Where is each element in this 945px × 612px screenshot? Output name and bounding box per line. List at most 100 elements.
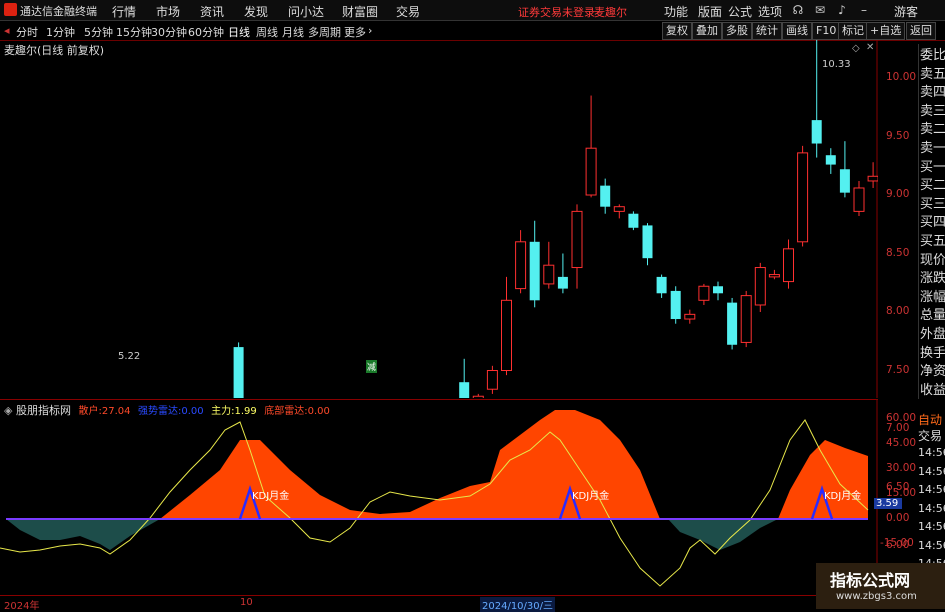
menu-trade[interactable]: 交易 xyxy=(396,3,420,20)
multi-stock-button[interactable]: 多股 xyxy=(722,22,752,40)
guest-label[interactable]: 游客 xyxy=(894,3,918,20)
date-label-month: 10 xyxy=(240,597,253,608)
period-5min[interactable]: 5分钟 xyxy=(84,24,113,40)
sidebar-item[interactable]: 卖一 xyxy=(920,137,945,156)
menu-function[interactable]: 功能 xyxy=(664,3,688,20)
overlay-button[interactable]: 叠加 xyxy=(692,22,722,40)
candle-body xyxy=(768,274,780,278)
chevron-right-icon[interactable]: › xyxy=(368,24,372,37)
sidebar-item[interactable]: 买三 xyxy=(920,193,945,212)
chevron-icon[interactable]: ◂ xyxy=(4,24,10,37)
period-multi[interactable]: 多周期 xyxy=(308,24,341,40)
bell-icon[interactable]: ♪ xyxy=(834,2,850,18)
min-price-label: 5.22 xyxy=(118,351,141,362)
candle-body xyxy=(557,276,568,289)
candle-body xyxy=(783,248,794,283)
price-tick: 9.50 xyxy=(886,129,910,142)
candle-body xyxy=(233,347,244,398)
candle-body xyxy=(628,213,639,228)
candle-body xyxy=(754,267,766,306)
sidebar-item[interactable]: 换手 xyxy=(920,342,945,361)
max-price-label: 10.33 xyxy=(822,59,851,70)
time-item: 14:56 xyxy=(918,464,945,478)
candle-body xyxy=(684,313,696,320)
sidebar-item[interactable]: 买一 xyxy=(920,156,945,175)
candle-body xyxy=(459,382,470,398)
app-logo-icon xyxy=(4,3,17,16)
indicator-tick: -15.00 xyxy=(880,536,914,549)
period-weekly[interactable]: 周线 xyxy=(256,24,278,40)
candle-body xyxy=(486,370,498,390)
menu-ask[interactable]: 问小达 xyxy=(288,3,324,20)
menu-market[interactable]: 市场 xyxy=(156,3,180,20)
candle-body xyxy=(797,152,809,243)
period-15min[interactable]: 15分钟 xyxy=(116,24,152,40)
indicator-tick: 60.00 xyxy=(886,412,917,425)
menu-quotes[interactable]: 行情 xyxy=(112,3,136,20)
sidebar-item[interactable]: 买四 xyxy=(920,211,945,230)
login-warning[interactable]: 证券交易未登录 xyxy=(518,4,595,20)
menu-news[interactable]: 资讯 xyxy=(200,3,224,20)
sidebar-item[interactable]: 外盘 xyxy=(920,323,945,342)
period-1min[interactable]: 1分钟 xyxy=(46,24,75,40)
sidebar-item[interactable]: 买二 xyxy=(920,174,945,193)
restore-rights-button[interactable]: 复权 xyxy=(662,22,692,40)
auto-button[interactable]: 自动 xyxy=(918,412,942,428)
sidebar-item[interactable]: 卖二 xyxy=(920,118,945,137)
sidebar-item[interactable]: 现价 xyxy=(920,249,945,268)
sidebar-item[interactable]: 买五 xyxy=(920,230,945,249)
statistics-button[interactable]: 统计 xyxy=(752,22,782,40)
sidebar-item[interactable]: 收益 xyxy=(920,379,945,398)
candle-body xyxy=(670,290,681,320)
menu-layout[interactable]: 版面 xyxy=(698,3,722,20)
date-label-cursor: 2024/10/30/三 xyxy=(480,597,556,612)
f10-button[interactable]: F10 xyxy=(812,22,841,40)
mark-button[interactable]: 标记 xyxy=(838,22,868,40)
time-item: 14:56 xyxy=(918,538,945,552)
candle-body xyxy=(585,147,597,196)
draw-line-button[interactable]: 画线 xyxy=(782,22,812,40)
back-button[interactable]: 返回 xyxy=(906,22,936,40)
indicator-chart[interactable]: KDJ月金 KDJ月金 KDJ月金 xyxy=(0,400,878,595)
menu-options[interactable]: 选项 xyxy=(758,3,782,20)
period-timeshare[interactable]: 分时 xyxy=(16,24,38,40)
reduce-marker: 减 xyxy=(366,360,378,373)
watermark-url: www.zbgs3.com xyxy=(836,591,917,602)
indicator-tick: 30.00 xyxy=(886,462,917,475)
period-daily[interactable]: 日线 xyxy=(228,24,250,40)
candle-body xyxy=(472,395,484,398)
sidebar-item[interactable]: 卖五 xyxy=(920,63,945,82)
trade-button[interactable]: 交易 xyxy=(918,428,942,444)
period-more[interactable]: 更多 xyxy=(344,24,366,40)
candle-body xyxy=(811,120,822,144)
kdj-label: KDJ月金 xyxy=(824,489,861,502)
period-60min[interactable]: 60分钟 xyxy=(188,24,224,40)
menu-wealth[interactable]: 财富圈 xyxy=(342,3,378,20)
candlestick-chart[interactable] xyxy=(0,40,878,398)
period-monthly[interactable]: 月线 xyxy=(282,24,304,40)
sidebar-item[interactable]: 卖三 xyxy=(920,100,945,119)
price-tick: 9.00 xyxy=(886,188,910,200)
sidebar-item[interactable]: 卖四 xyxy=(920,81,945,100)
sidebar-item[interactable]: 委比 xyxy=(920,44,945,63)
add-watchlist-button[interactable]: +自选 xyxy=(866,22,906,40)
headset-icon[interactable]: ☊ xyxy=(790,2,806,18)
message-icon[interactable]: ✉ xyxy=(812,2,828,18)
sidebar-item[interactable]: 涨幅 xyxy=(920,286,945,305)
candle-body xyxy=(825,155,836,165)
indicator-tick: 0.00 xyxy=(886,512,910,524)
watermark-logo: 指标公式网 www.zbgs3.com xyxy=(816,563,945,609)
current-value-badge: 3.59 xyxy=(874,498,902,509)
candle-body xyxy=(839,169,850,193)
menu-discover[interactable]: 发现 xyxy=(244,3,268,20)
sidebar-item[interactable]: 涨跌 xyxy=(920,267,945,286)
minimize-icon[interactable]: – xyxy=(856,2,872,18)
candle-body xyxy=(642,225,653,259)
stock-name: 麦趣尔 xyxy=(594,6,627,19)
candle-body xyxy=(853,187,865,212)
menu-formula[interactable]: 公式 xyxy=(728,3,752,20)
period-30min[interactable]: 30分钟 xyxy=(151,24,187,40)
sidebar-item[interactable]: 总量 xyxy=(920,304,945,323)
sidebar-item[interactable]: 净资 xyxy=(920,360,945,379)
price-tick: 10.00 xyxy=(886,71,917,83)
